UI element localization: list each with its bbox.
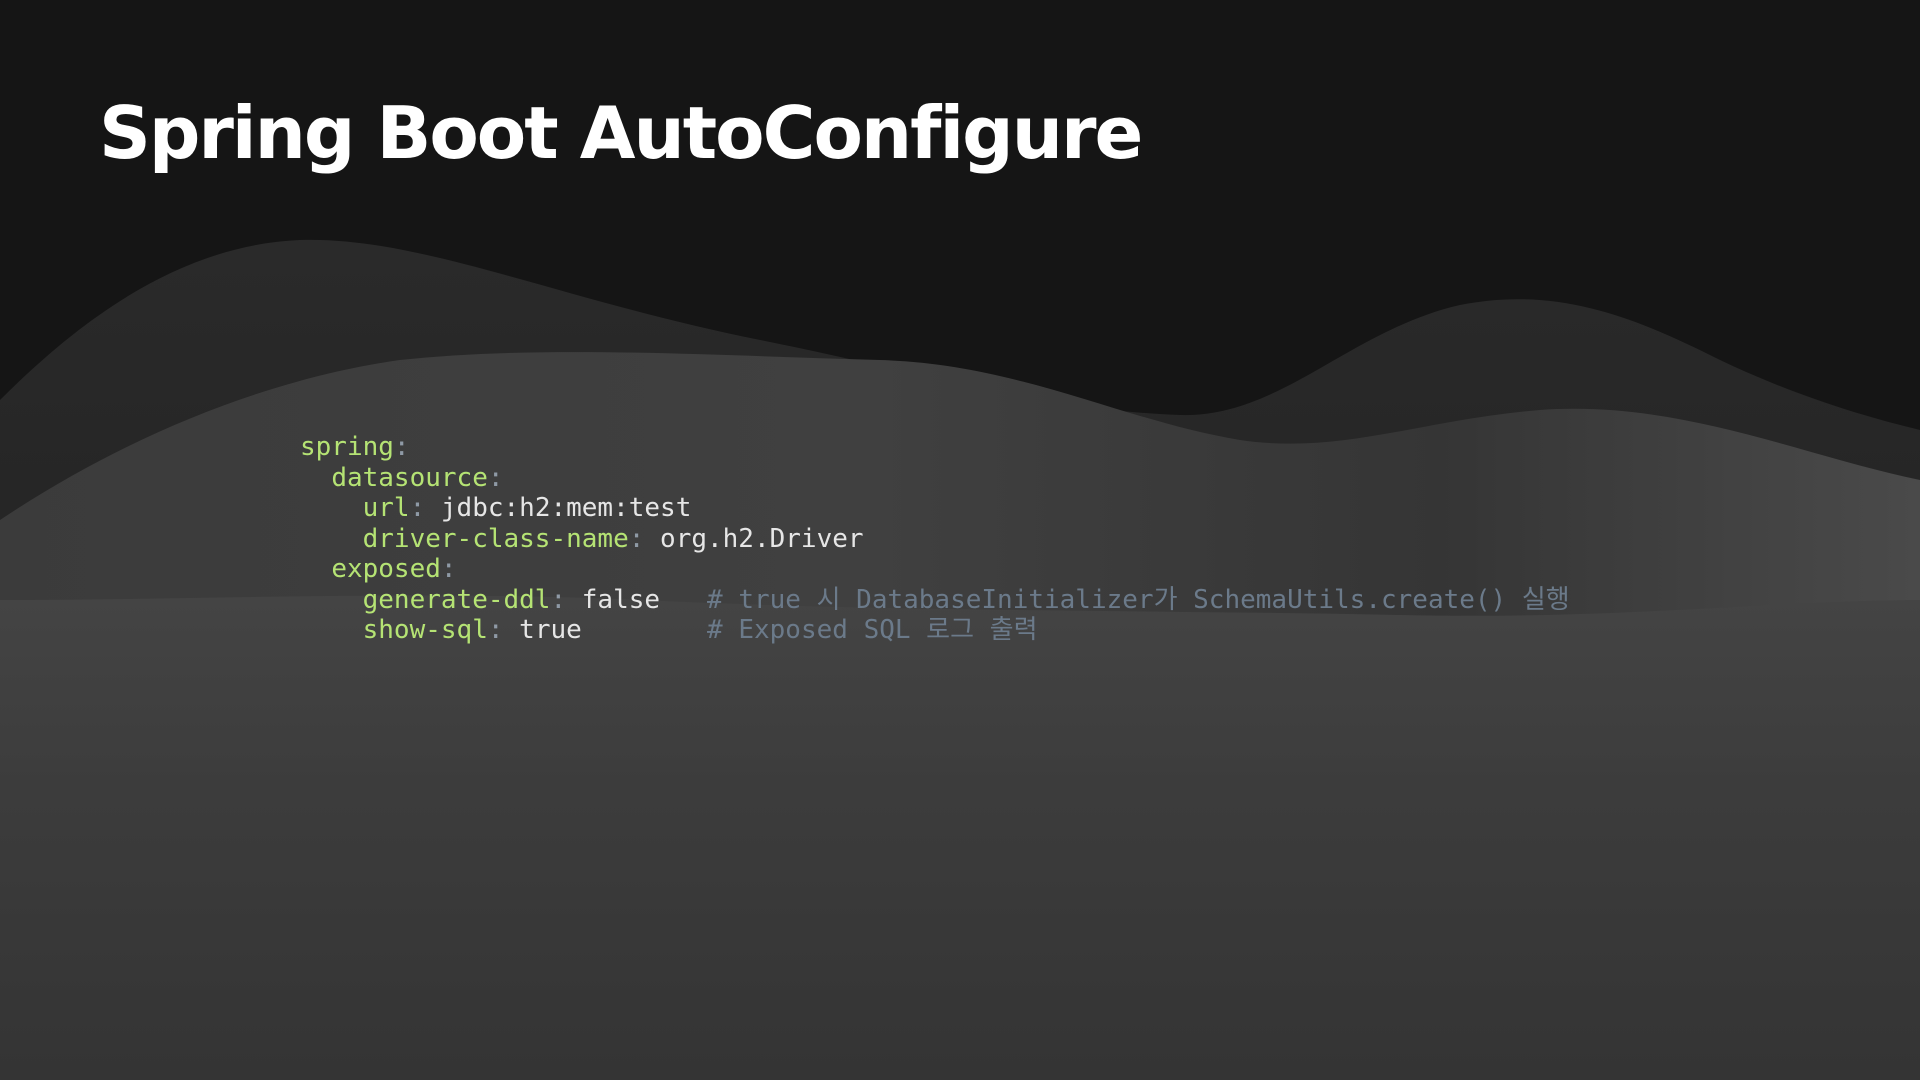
yaml-value: true: [503, 615, 582, 645]
yaml-value: org.h2.Driver: [644, 523, 864, 554]
yaml-key: spring: [300, 432, 394, 462]
yaml-key: datasource: [331, 462, 488, 493]
code-line: driver-class-name: org.h2.Driver: [362, 523, 864, 554]
code-comment: # true 시 DatabaseInitializer가 SchemaUtil…: [707, 584, 1570, 615]
code-line: spring:: [300, 432, 410, 462]
code-comment: # Exposed SQL 로그 출력: [707, 615, 1038, 645]
yaml-key: url: [362, 493, 410, 523]
yaml-value: jdbc:h2:mem:test: [425, 493, 692, 523]
yaml-key: driver-class-name: [362, 523, 629, 554]
yaml-key: exposed: [331, 554, 441, 584]
yaml-key: generate-ddl: [362, 584, 551, 615]
yaml-code-block: spring: datasource: url: jdbc:h2:mem:tes…: [300, 432, 1570, 646]
code-line: url: jdbc:h2:mem:test: [362, 493, 692, 523]
code-line: exposed:: [331, 554, 457, 584]
slide-title: Spring Boot AutoConfigure: [99, 91, 1143, 175]
yaml-key: show-sql: [362, 615, 488, 645]
near-dune: [0, 595, 1920, 1080]
code-line: show-sql: true # Exposed SQL 로그 출력: [362, 615, 1038, 645]
code-line: generate-ddl: false # true 시 DatabaseIni…: [362, 584, 1570, 615]
code-line: datasource:: [331, 462, 504, 493]
yaml-value: false: [566, 584, 661, 615]
slide: Spring Boot AutoConfigure spring: dataso…: [0, 0, 1920, 1080]
